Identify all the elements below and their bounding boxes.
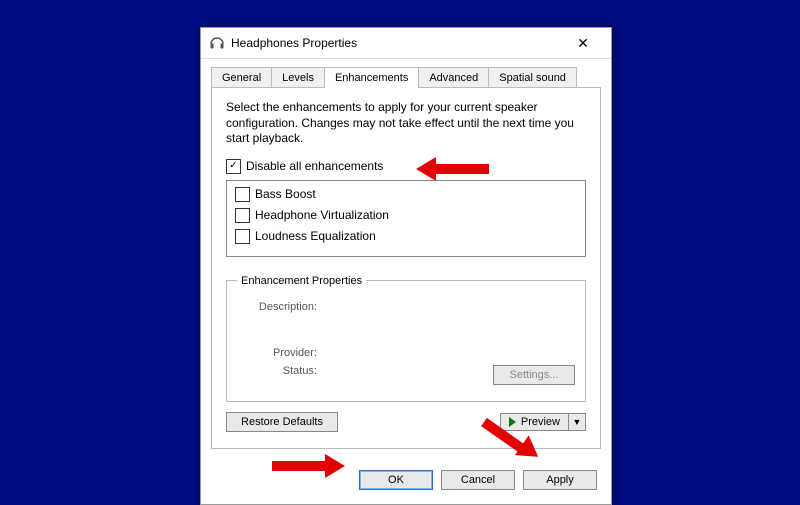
list-item[interactable]: Loudness Equalization [235,229,577,244]
dialog-buttons: OK Cancel Apply [201,460,611,504]
tab-advanced[interactable]: Advanced [418,67,489,88]
bass-boost-checkbox[interactable] [235,187,250,202]
cancel-button[interactable]: Cancel [441,470,515,490]
status-label: Status: [237,365,327,385]
disable-all-label: Disable all enhancements [246,159,383,173]
play-icon [509,417,516,427]
preview-label: Preview [521,416,560,428]
list-item[interactable]: Bass Boost [235,187,577,202]
headphone-virtualization-label: Headphone Virtualization [255,208,389,222]
tab-levels[interactable]: Levels [271,67,325,88]
tab-general[interactable]: General [211,67,272,88]
disable-all-checkbox[interactable] [226,159,241,174]
preview-dropdown[interactable]: ▼ [569,413,586,431]
status-row: Status: Settings... [237,365,575,385]
description-row: Description: [237,301,575,313]
provider-row: Provider: [237,347,575,359]
bass-boost-label: Bass Boost [255,187,316,201]
status-value [327,365,493,385]
tab-spatial-sound[interactable]: Spatial sound [488,67,577,88]
window-title: Headphones Properties [231,36,563,50]
ok-button[interactable]: OK [359,470,433,490]
preview-button[interactable]: Preview [500,413,569,431]
provider-label: Provider: [237,347,327,359]
tab-enhancements[interactable]: Enhancements [324,67,419,88]
instructions-text: Select the enhancements to apply for you… [226,100,586,147]
enhancements-panel: Select the enhancements to apply for you… [211,87,601,449]
properties-legend: Enhancement Properties [237,275,366,287]
loudness-equalization-checkbox[interactable] [235,229,250,244]
close-button[interactable]: ✕ [563,35,603,52]
restore-defaults-button[interactable]: Restore Defaults [226,412,338,432]
headphones-properties-dialog: Headphones Properties ✕ General Levels E… [200,27,612,505]
loudness-equalization-label: Loudness Equalization [255,229,376,243]
apply-button[interactable]: Apply [523,470,597,490]
tab-strip: General Levels Enhancements Advanced Spa… [201,59,611,88]
disable-all-row[interactable]: Disable all enhancements [226,159,586,174]
enhancements-list: Bass Boost Headphone Virtualization Loud… [226,180,586,257]
titlebar: Headphones Properties ✕ [201,28,611,59]
description-label: Description: [237,301,327,313]
list-item[interactable]: Headphone Virtualization [235,208,577,223]
headphone-virtualization-checkbox[interactable] [235,208,250,223]
headphones-icon [209,35,225,51]
enhancement-properties-group: Enhancement Properties Description: Prov… [226,275,586,402]
settings-button[interactable]: Settings... [493,365,575,385]
